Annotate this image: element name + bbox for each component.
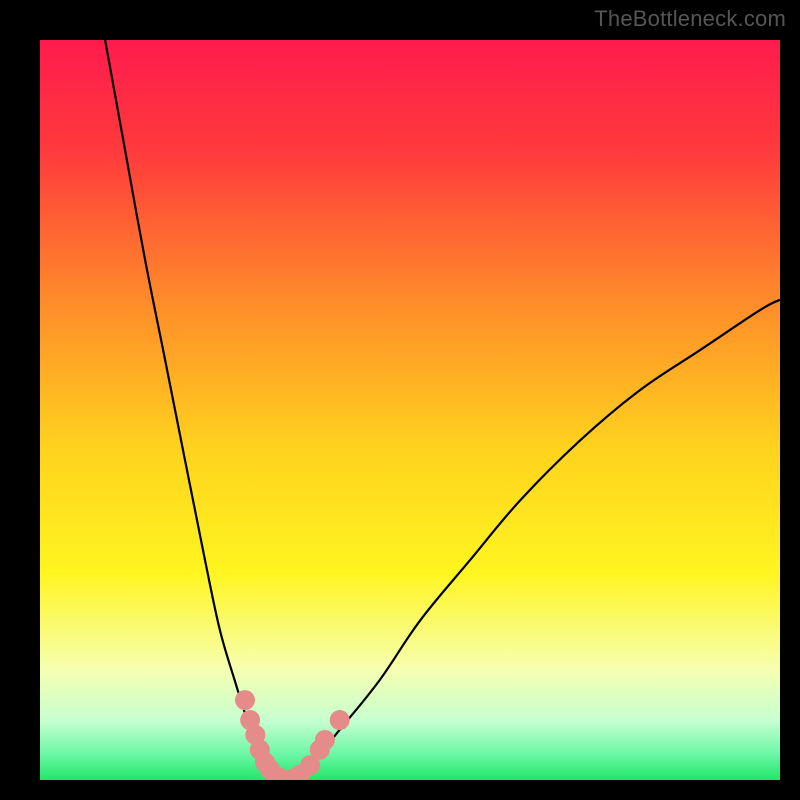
chart-stage: TheBottleneck.com [0,0,800,800]
bottleneck-chart [40,40,780,780]
data-point [235,690,255,710]
chart-background [40,40,780,780]
data-point [315,730,335,750]
data-point [330,710,350,730]
attribution-label: TheBottleneck.com [594,6,786,32]
